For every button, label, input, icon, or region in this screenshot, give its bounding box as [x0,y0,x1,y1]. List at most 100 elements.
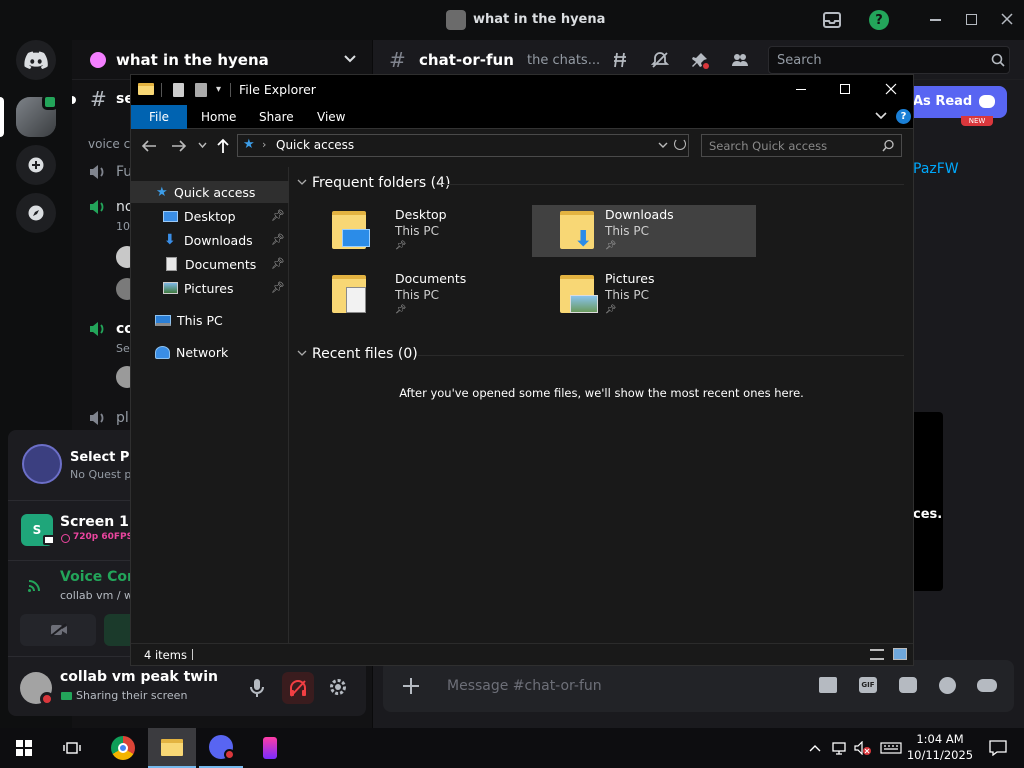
activity-gamepad-icon[interactable] [977,679,997,692]
mute-bell-icon[interactable] [651,51,669,69]
folder-name: Documents [395,271,467,286]
voice-channel-path[interactable]: collab vm / w [60,589,133,602]
fe-maximize-icon[interactable] [840,84,850,94]
back-arrow-icon[interactable] [141,139,157,153]
action-center-icon[interactable] [976,728,1020,768]
stream-title[interactable]: Screen 1 [60,514,129,530]
gif-icon[interactable]: GIF [859,677,877,693]
folder-location: This PC [395,288,439,302]
discover-icon[interactable] [16,193,56,233]
touch-keyboard-icon[interactable] [876,728,906,768]
folder-tile-desktop[interactable]: Desktop This PC 📌︎ [320,205,544,257]
ribbon-expand-chevron-icon[interactable] [875,111,887,121]
frequent-folders-header[interactable]: Frequent folders (4) [312,175,451,191]
app-taskbar-icon[interactable] [248,728,292,768]
settings-gear-icon[interactable] [328,677,348,697]
new-folder-icon[interactable] [195,83,207,97]
folder-name: Pictures [605,271,655,286]
file-explorer-window: ▾ File Explorer File Home Share View ? ★… [130,74,914,666]
minimize-icon[interactable] [930,19,941,21]
qat-dropdown-icon[interactable]: ▾ [216,84,221,95]
emoji-icon[interactable] [939,677,956,694]
message-link-fragment[interactable]: PazFW [913,161,959,177]
address-dropdown-icon[interactable] [658,142,668,149]
pin-icon[interactable] [691,51,709,69]
nav-network[interactable]: Network [131,341,289,363]
task-view-icon[interactable] [50,728,94,768]
channel-topic[interactable]: the chats... [527,53,600,68]
address-path[interactable]: Quick access [276,138,354,152]
fe-search-icon [882,139,895,152]
downloads-folder-icon: ⬇ [560,211,594,251]
frequent-chevron-icon[interactable] [297,179,307,186]
folder-tile-pictures[interactable]: Pictures This PC 📌︎ [532,269,756,321]
chrome-icon[interactable] [101,728,145,768]
members-icon[interactable] [731,51,749,69]
pin-icon[interactable]: 📌︎ [271,209,285,222]
discord-titlebar: what in the hyena ? [0,0,1024,40]
help-icon[interactable]: ? [896,109,911,124]
inbox-icon[interactable] [822,10,842,30]
search-box[interactable]: Search [768,46,1010,74]
nav-item-downloads[interactable]: ⬇ Downloads 📌︎ [131,229,289,251]
nav-item-desktop[interactable]: Desktop 📌︎ [131,205,289,227]
fe-close-icon[interactable] [885,83,897,95]
nav-item-pictures[interactable]: Pictures 📌︎ [131,277,289,299]
tab-view[interactable]: View [317,110,345,124]
nav-item-documents[interactable]: Documents 📌︎ [131,253,289,275]
address-bar[interactable]: ★ › Quick access [237,134,689,157]
recent-files-header[interactable]: Recent files (0) [312,346,418,362]
volume-muted-icon[interactable] [850,728,876,768]
large-icons-view-icon[interactable] [893,648,907,660]
file-explorer-taskbar-icon[interactable] [148,728,196,768]
discord-taskbar-icon[interactable] [199,728,243,768]
screen-share-badge-icon [42,94,58,110]
message-composer[interactable]: Message #chat-or-fun GIF [383,660,1014,712]
fe-search-box[interactable]: Search Quick access [701,134,902,157]
documents-icon [166,257,177,271]
gift-icon[interactable] [819,677,837,693]
chevron-down-icon[interactable] [344,54,356,64]
add-server-icon[interactable] [16,145,56,185]
voice-channel-partial-4[interactable]: pl [116,410,129,426]
details-view-icon[interactable] [870,649,884,660]
voice-status[interactable]: Voice Con [60,569,137,585]
headphones-muted-button[interactable] [282,672,314,704]
nav-quick-access[interactable]: ★ Quick access [131,181,289,203]
tab-home[interactable]: Home [201,110,236,124]
tab-file[interactable]: File [131,105,187,129]
up-arrow-icon[interactable] [216,138,230,154]
pin-icon[interactable]: 📌︎ [271,233,285,246]
nav-this-pc[interactable]: This PC [131,309,289,331]
recent-chevron-icon[interactable] [297,350,307,357]
close-icon[interactable] [1000,12,1014,26]
recent-locations-chevron-icon[interactable] [198,142,207,149]
sticker-icon[interactable] [899,677,917,693]
user-avatar[interactable] [20,672,54,706]
camera-off-button[interactable] [20,614,96,646]
maximize-icon[interactable] [966,14,977,25]
quest-avatar[interactable] [22,444,62,484]
refresh-icon[interactable] [674,138,686,150]
screen-share-button[interactable] [104,614,130,646]
category-partial[interactable]: voice c [88,137,130,151]
stream-preview-avatar[interactable]: S [21,514,55,546]
fe-minimize-icon[interactable] [796,89,806,90]
microphone-icon[interactable] [249,678,265,698]
clock[interactable]: 1:04 AM 10/11/2025 [906,731,974,763]
server-what-in-the-hyena[interactable] [16,94,58,137]
pin-icon[interactable]: 📌︎ [271,257,285,270]
start-button[interactable] [2,728,46,768]
folder-tile-documents[interactable]: Documents This PC 📌︎ [320,269,544,321]
tab-share[interactable]: Share [259,110,294,124]
pin-icon[interactable]: 📌︎ [271,281,285,294]
properties-icon[interactable] [173,83,184,97]
help-icon[interactable]: ? [869,10,889,30]
threads-icon[interactable] [611,51,629,69]
user-name[interactable]: collab vm peak twin [60,669,218,685]
attach-plus-icon[interactable] [401,676,421,696]
network-tray-icon[interactable] [826,728,852,768]
forward-arrow-icon[interactable] [171,139,187,153]
discord-home-icon[interactable] [16,40,56,80]
folder-tile-downloads[interactable]: ⬇ Downloads This PC 📌︎ [532,205,756,257]
